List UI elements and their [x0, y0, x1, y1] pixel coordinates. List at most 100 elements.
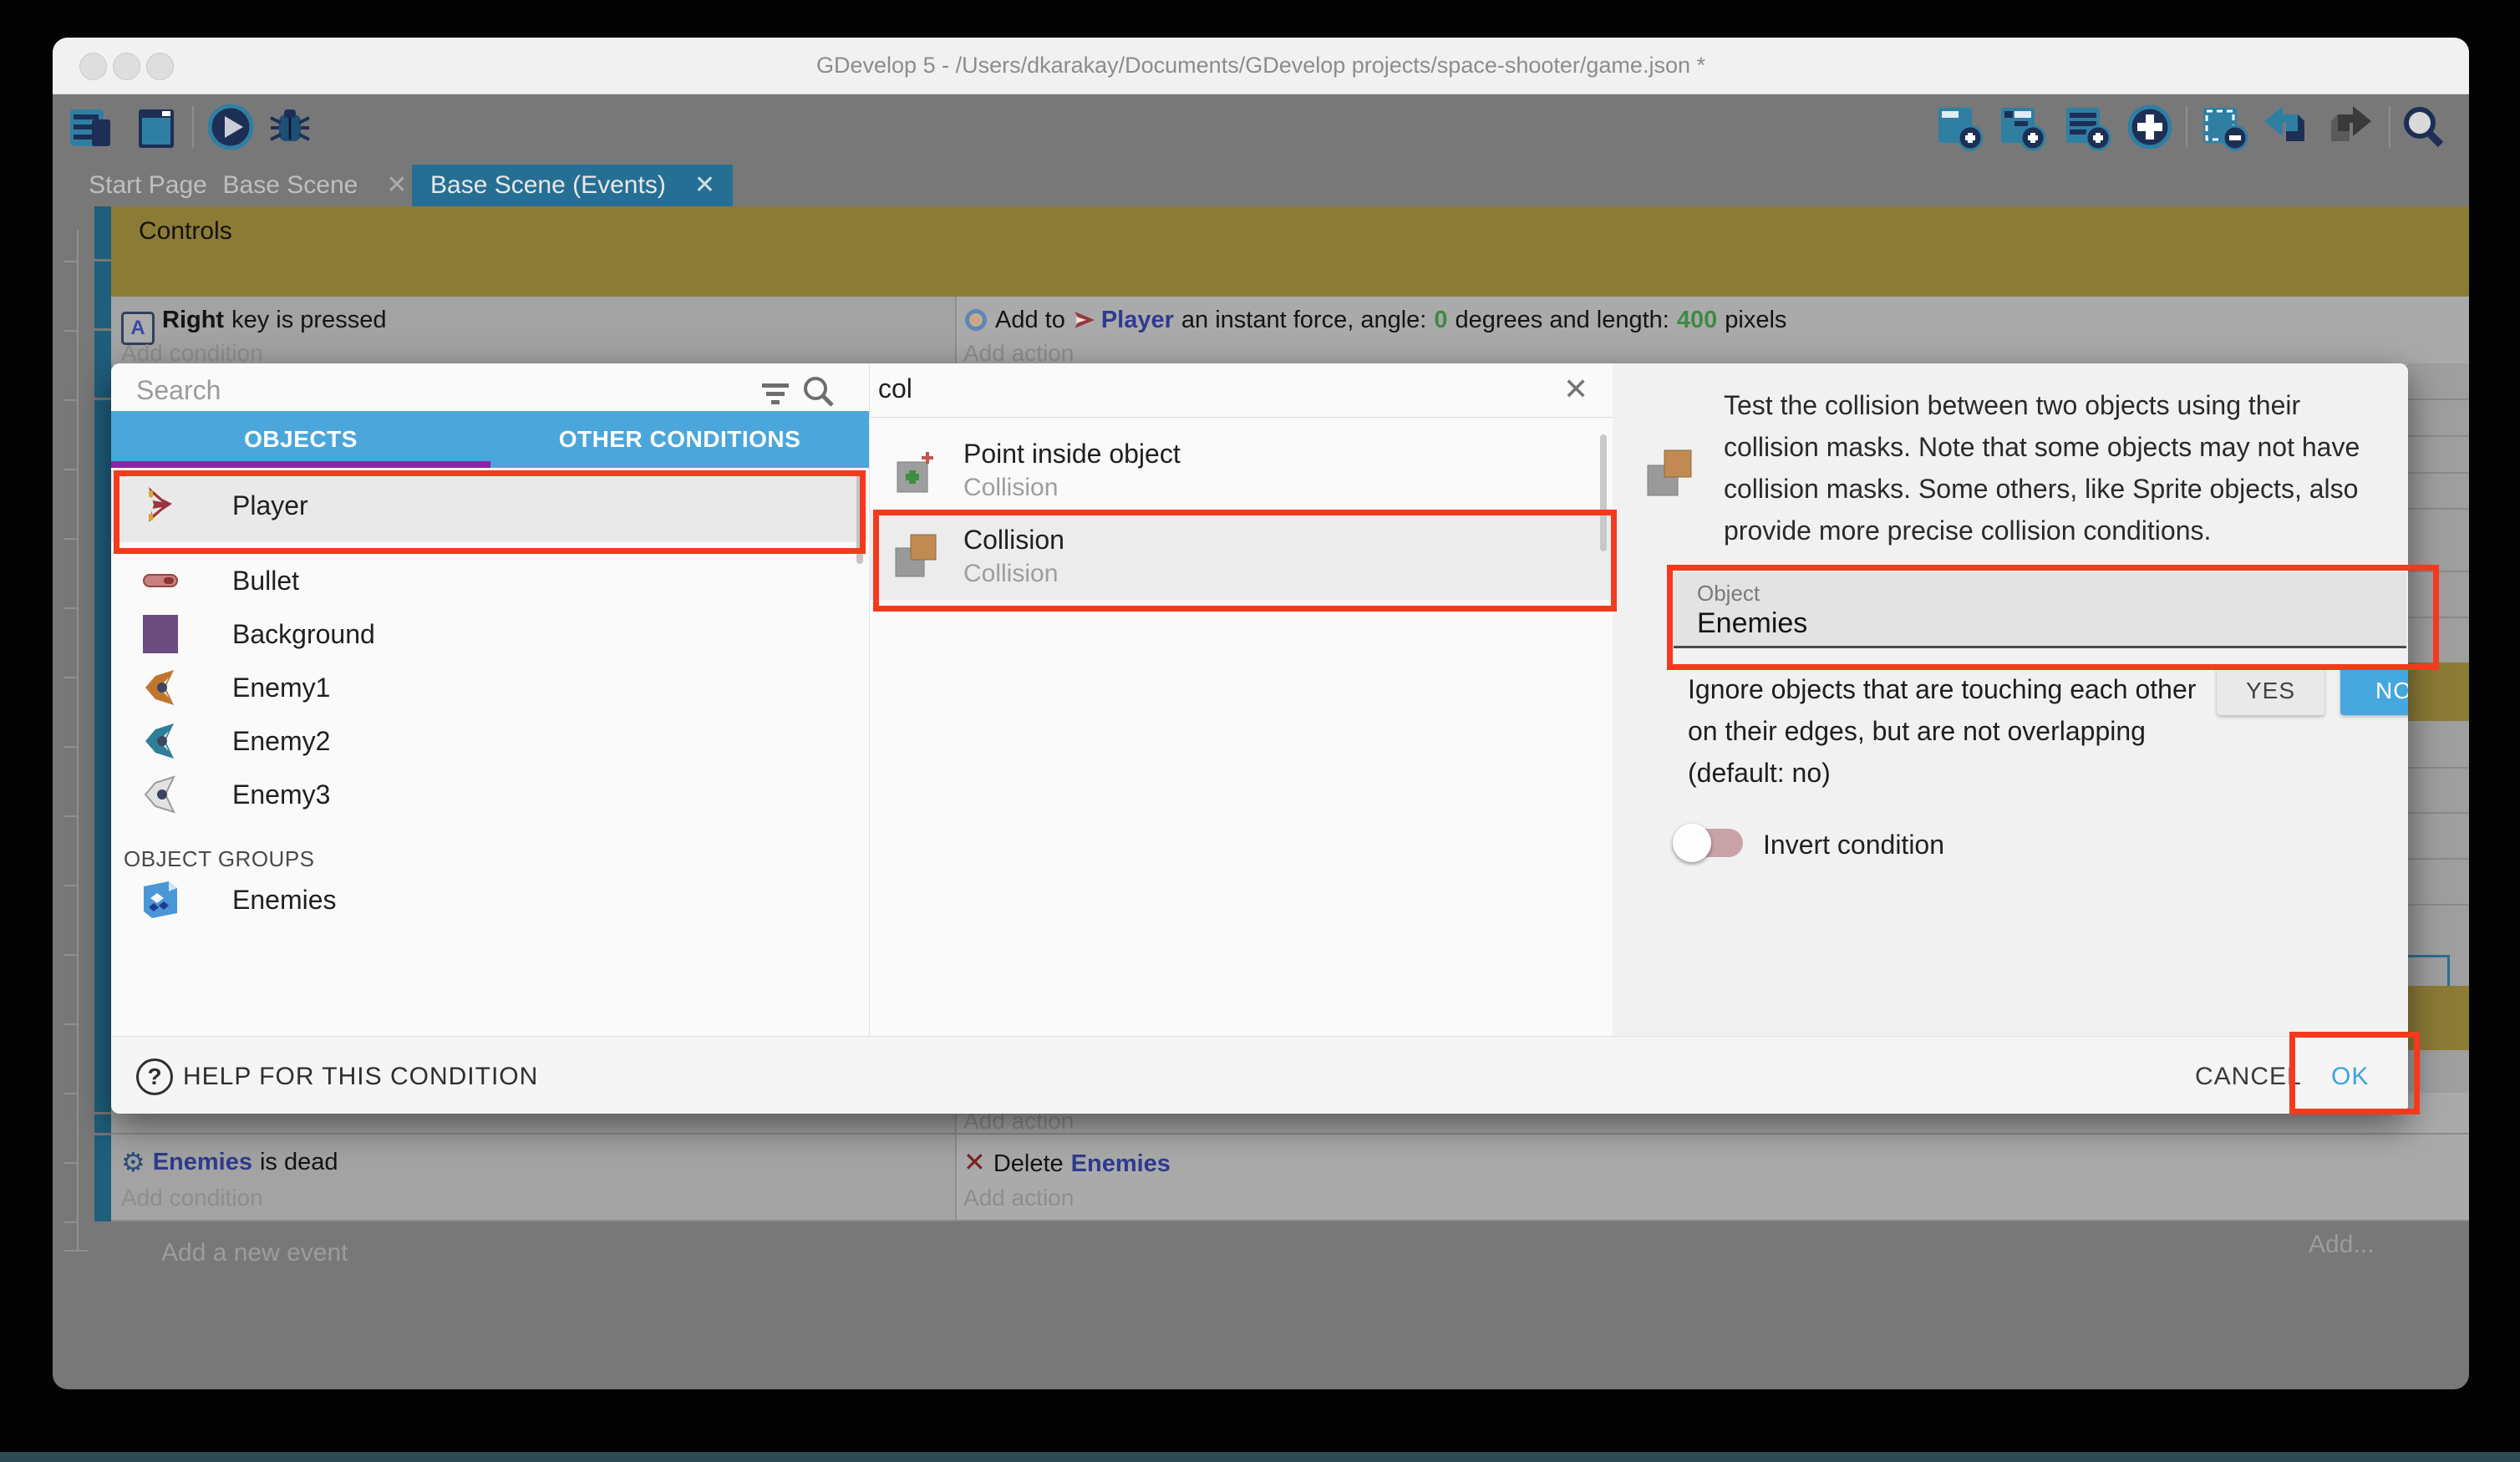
- tab-label: Start Page: [89, 171, 207, 199]
- action-prefix: Add to: [995, 307, 1065, 333]
- search-toolbar-icon[interactable]: [2399, 103, 2447, 151]
- player-mini-icon: [1073, 308, 1096, 332]
- help-icon[interactable]: ?: [136, 1058, 173, 1095]
- tab-start-page[interactable]: Start Page: [77, 165, 219, 206]
- add-comment-icon[interactable]: [2063, 103, 2111, 151]
- cancel-button[interactable]: CANCEL: [2195, 1063, 2302, 1091]
- event-group-header[interactable]: Controls: [111, 206, 2469, 297]
- object-label: Enemy1: [232, 673, 330, 703]
- event-tree-tick: [64, 538, 79, 540]
- event-tree-tick: [64, 815, 79, 817]
- condition-detail-panel: Test the collision between two objects u…: [1613, 363, 2408, 1036]
- play-icon[interactable]: [206, 103, 255, 151]
- bar-gap: [94, 259, 111, 261]
- condition-cell[interactable]: ARightkey is pressed Add condition: [111, 297, 957, 368]
- filter-icon[interactable]: [759, 378, 792, 413]
- add-condition-link[interactable]: Add condition: [121, 1185, 263, 1211]
- annotation-player-row: [114, 470, 866, 554]
- debug-icon[interactable]: [266, 103, 314, 151]
- object-search-input[interactable]: Search: [136, 375, 221, 406]
- condition-rest: key is pressed: [231, 307, 386, 333]
- action-angle: 0: [1434, 307, 1447, 333]
- delete-cross-icon: ✕: [963, 1147, 986, 1177]
- event-tree-tick: [64, 746, 79, 748]
- app-window: GDevelop 5 - /Users/dkarakay/Documents/G…: [53, 38, 2469, 1389]
- event-tree-tick: [64, 399, 79, 401]
- yes-button[interactable]: YES: [2217, 667, 2324, 715]
- tab-other-conditions[interactable]: OTHER CONDITIONS: [490, 411, 869, 468]
- event-tree-tick: [64, 885, 79, 886]
- no-button[interactable]: NO: [2340, 667, 2408, 715]
- project-manager-icon[interactable]: [67, 103, 115, 151]
- toolbar-separator: [2389, 106, 2390, 148]
- annotation-ok-button: [2289, 1032, 2420, 1114]
- event-tree-tick: [64, 954, 79, 956]
- row-border: [2408, 904, 2469, 906]
- search-underline: [869, 417, 1613, 418]
- object-item-enemy1[interactable]: Enemy1: [111, 661, 867, 714]
- row-border: [2408, 508, 2469, 510]
- redo-icon[interactable]: [2326, 103, 2375, 151]
- object-item-bullet[interactable]: Bullet: [111, 554, 867, 607]
- group-label: Controls: [139, 217, 232, 245]
- tab-bar: Start Page Base Scene ✕ Base Scene (Event…: [53, 165, 2469, 206]
- group-item-enemies[interactable]: Enemies: [111, 873, 867, 926]
- add-action-link[interactable]: Add action: [963, 1185, 1074, 1211]
- clear-search-icon[interactable]: ✕: [1563, 372, 1588, 407]
- add-circle-icon[interactable]: [2126, 103, 2174, 151]
- enemy3-object-icon: [140, 774, 180, 815]
- condition-cell[interactable]: ⚙Enemiesis dead Add condition: [111, 1135, 957, 1221]
- scene-editor-icon[interactable]: [134, 103, 182, 151]
- background-object-icon: [140, 614, 180, 654]
- add-more-link[interactable]: Add...: [2309, 1231, 2374, 1259]
- invert-condition-label: Invert condition: [1763, 830, 1944, 860]
- search-icon: [800, 373, 837, 414]
- event-tree-tick: [64, 330, 79, 332]
- tab-base-scene[interactable]: Base Scene ✕: [219, 165, 411, 206]
- toolbar-separator: [2186, 106, 2187, 148]
- event-tree-tick: [64, 677, 79, 678]
- row-border: [2408, 472, 2469, 474]
- add-subevent-icon[interactable]: [1998, 103, 2046, 151]
- undo-icon[interactable]: [2261, 103, 2309, 151]
- toolbar-separator: [192, 106, 194, 148]
- event-tree-tick: [64, 469, 79, 470]
- row-border: [2408, 435, 2469, 437]
- invert-toggle-knob[interactable]: [1673, 824, 1711, 862]
- action-text: Add toPlayeran instant force, angle:0deg…: [963, 307, 1794, 334]
- tab-label: Base Scene: [223, 171, 358, 199]
- close-tab-icon[interactable]: ✕: [386, 165, 407, 206]
- action-suffix: pixels: [1725, 307, 1786, 333]
- event-tree-tick: [64, 607, 79, 609]
- row-border: [2408, 767, 2469, 769]
- collision-icon: [1644, 447, 1694, 501]
- object-label: Enemy2: [232, 726, 330, 757]
- enemies-mini-icon: ⚙: [121, 1147, 145, 1177]
- add-event-icon[interactable]: [1935, 103, 1984, 151]
- dialog-footer: ? HELP FOR THIS CONDITION CANCEL OK: [111, 1036, 2408, 1114]
- object-item-enemy2[interactable]: Enemy2: [111, 714, 867, 768]
- action-object: Player: [1101, 307, 1174, 333]
- add-new-event-link[interactable]: Add a new event: [161, 1239, 348, 1267]
- point-inside-object-icon: [892, 449, 939, 500]
- condition-search-input[interactable]: col: [878, 373, 912, 404]
- event-tree-tick: [64, 261, 79, 262]
- result-subtitle: Collision: [963, 474, 1058, 502]
- result-point-inside-object[interactable]: Point inside object Collision: [869, 430, 1613, 508]
- delete-event-icon[interactable]: [2200, 103, 2248, 151]
- object-item-enemy3[interactable]: Enemy3: [111, 768, 867, 821]
- action-text: ✕DeleteEnemies: [963, 1146, 1178, 1178]
- close-tab-icon[interactable]: ✕: [694, 165, 715, 206]
- action-mid: degrees and length:: [1455, 307, 1669, 333]
- bar-gap: [94, 1112, 111, 1114]
- object-tabs: OBJECTS OTHER CONDITIONS: [111, 411, 869, 468]
- tab-base-scene-events[interactable]: Base Scene (Events)✕: [412, 165, 733, 206]
- action-length: 400: [1677, 307, 1717, 333]
- ignore-edges-label: Ignore objects that are touching each ot…: [1688, 668, 2223, 794]
- tab-objects[interactable]: OBJECTS: [111, 411, 490, 468]
- action-cell[interactable]: Add toPlayeran instant force, angle:0deg…: [957, 297, 2469, 368]
- help-button[interactable]: HELP FOR THIS CONDITION: [183, 1063, 538, 1091]
- action-cell[interactable]: ✕DeleteEnemies Add action: [957, 1135, 2469, 1221]
- object-item-background[interactable]: Background: [111, 607, 867, 661]
- event-tree-tick: [64, 1093, 79, 1094]
